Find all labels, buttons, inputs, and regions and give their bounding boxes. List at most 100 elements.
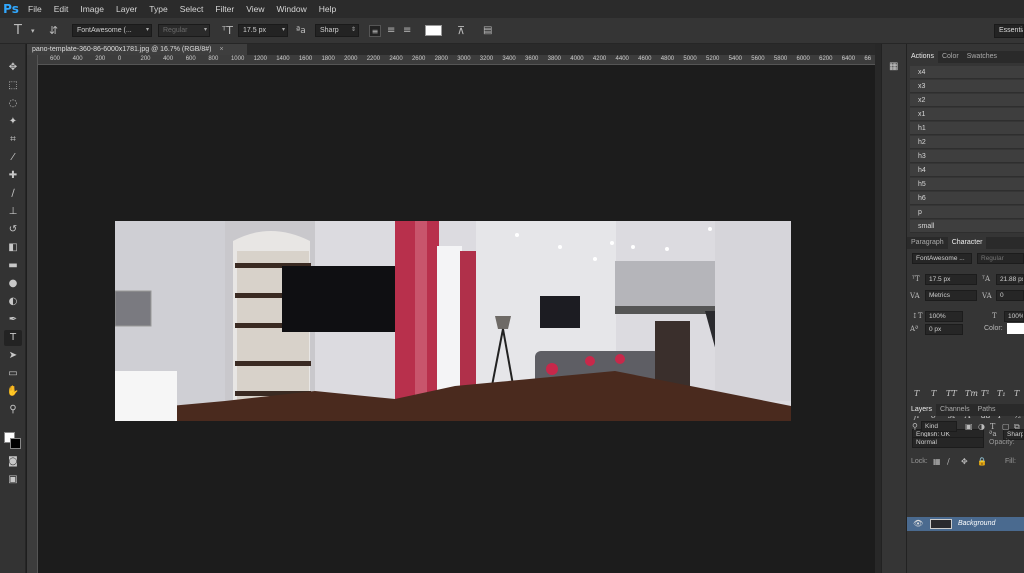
align-center-icon[interactable]: ≡ [387, 18, 395, 44]
char-baseline-field[interactable]: 0 px [925, 324, 963, 335]
lock-all-icon[interactable]: 🔒 [977, 457, 987, 466]
ruler-vertical[interactable] [27, 55, 38, 573]
gradient-tool-icon[interactable]: ▬ [4, 258, 22, 274]
clone-stamp-tool-icon[interactable]: ⊥ [4, 204, 22, 220]
char-font-select[interactable]: FontAwesome ... [912, 253, 972, 264]
align-left-icon[interactable]: ≡ [369, 25, 381, 37]
lock-position-icon[interactable]: ✥ [961, 457, 968, 466]
tab-character[interactable]: Character [947, 237, 987, 249]
tab-paragraph[interactable]: Paragraph [907, 237, 948, 249]
action-item[interactable]: small [910, 220, 1024, 233]
tab-color[interactable]: Color [938, 51, 963, 63]
eraser-tool-icon[interactable]: ◧ [4, 240, 22, 256]
action-item[interactable]: x4 [910, 66, 1024, 79]
menu-layer[interactable]: Layer [110, 0, 143, 18]
marquee-tool-icon[interactable]: ⬚ [4, 78, 22, 94]
warp-text-icon[interactable]: ⊼ [457, 18, 465, 44]
filter-pixel-icon[interactable]: ▣ [965, 422, 973, 431]
font-style-select[interactable]: Regular ▾ [158, 24, 210, 37]
menu-help[interactable]: Help [313, 0, 342, 18]
char-size-select[interactable]: 17.5 px [925, 274, 977, 285]
filter-smart-icon[interactable]: ⧉ [1014, 422, 1020, 432]
path-selection-tool-icon[interactable]: ➤ [4, 348, 22, 364]
action-item[interactable]: h3 [910, 150, 1024, 163]
document-tab[interactable]: pano-template-360-86-6000x1781.jpg @ 16.… [27, 44, 247, 55]
eyedropper-tool-icon[interactable]: ⁄ [4, 150, 22, 166]
tab-swatches[interactable]: Swatches [963, 51, 1001, 63]
char-style-select[interactable]: Regular [977, 253, 1024, 264]
layer-filter-select[interactable]: Kind [921, 421, 957, 432]
background-color-swatch[interactable] [10, 438, 21, 449]
menu-window[interactable]: Window [270, 0, 312, 18]
menu-filter[interactable]: Filter [209, 0, 240, 18]
faux-bold-icon[interactable]: T [914, 389, 919, 398]
char-kerning-select[interactable]: Metrics [925, 290, 977, 301]
blend-mode-select[interactable]: Normal [912, 437, 984, 448]
blur-tool-icon[interactable]: ● [4, 276, 22, 292]
lock-transparent-icon[interactable]: ▦ [933, 457, 941, 466]
action-item[interactable]: x2 [910, 94, 1024, 107]
rectangle-tool-icon[interactable]: ▭ [4, 366, 22, 382]
tab-actions[interactable]: Actions [907, 51, 938, 63]
crop-tool-icon[interactable]: ⌗ [4, 132, 22, 148]
small-caps-icon[interactable]: Tт [965, 389, 978, 398]
action-item[interactable]: h1 [910, 122, 1024, 135]
brush-tool-icon[interactable]: ∕ [4, 186, 22, 202]
align-right-icon[interactable]: ≡ [403, 18, 411, 44]
zoom-tool-icon[interactable]: ⚲ [4, 402, 22, 418]
tool-preset-arrow-icon[interactable]: ▾ [31, 18, 35, 44]
history-brush-tool-icon[interactable]: ↺ [4, 222, 22, 238]
pen-tool-icon[interactable]: ✒ [4, 312, 22, 328]
char-tracking-select[interactable]: 0 [996, 290, 1024, 301]
menu-file[interactable]: File [22, 0, 48, 18]
history-panel-icon[interactable]: ▦ [889, 61, 898, 72]
action-item[interactable]: h6 [910, 192, 1024, 205]
type-tool-icon[interactable]: T [4, 330, 22, 346]
action-item[interactable]: p [910, 206, 1024, 219]
char-vscale-field[interactable]: 100% [925, 311, 963, 322]
action-item[interactable]: x1 [910, 108, 1024, 121]
eye-icon[interactable]: 👁 [913, 519, 923, 528]
close-tab-icon[interactable]: × [219, 46, 223, 53]
antialias-select[interactable]: Sharp ⇕ [315, 24, 359, 37]
tab-layers[interactable]: Layers [907, 404, 937, 416]
character-panel-icon[interactable]: ▤ [483, 18, 492, 44]
move-tool-icon[interactable]: ✥ [4, 60, 22, 76]
menu-image[interactable]: Image [74, 0, 110, 18]
tab-channels[interactable]: Channels [936, 404, 974, 416]
char-leading-select[interactable]: 21.88 px [996, 274, 1024, 285]
healing-brush-tool-icon[interactable]: ✚ [4, 168, 22, 184]
hand-tool-icon[interactable]: ✋ [4, 384, 22, 400]
type-tool-icon[interactable]: T [14, 18, 22, 44]
menu-select[interactable]: Select [174, 0, 210, 18]
char-hscale-field[interactable]: 100% [1004, 311, 1024, 322]
tab-paths[interactable]: Paths [974, 404, 1000, 416]
menu-view[interactable]: View [240, 0, 270, 18]
filter-shape-icon[interactable]: ▢ [1002, 422, 1010, 431]
magic-wand-tool-icon[interactable]: ✦ [4, 114, 22, 130]
all-caps-icon[interactable]: TT [946, 389, 957, 398]
ruler-horizontal[interactable]: 600 400 200 0 200 400 600 800 1000 1200 1400 1600 18… [38, 55, 875, 65]
superscript-icon[interactable]: T¹ [981, 389, 990, 398]
font-family-select[interactable]: FontAwesome (... ▾ [72, 24, 152, 37]
filter-type-icon[interactable]: T [990, 422, 995, 431]
underline-icon[interactable]: T [1014, 389, 1019, 398]
workspace-select[interactable]: Essentials [994, 24, 1024, 38]
filter-adjust-icon[interactable]: ◑ [978, 422, 985, 431]
char-color-swatch[interactable] [1007, 323, 1024, 334]
lock-pixels-icon[interactable]: ∕ [947, 457, 950, 466]
font-size-select[interactable]: 17.5 px ▾ [238, 24, 288, 37]
dodge-tool-icon[interactable]: ◐ [4, 294, 22, 310]
action-item[interactable]: h4 [910, 164, 1024, 177]
layer-name[interactable]: Background [958, 520, 995, 527]
menu-type[interactable]: Type [143, 0, 173, 18]
menu-edit[interactable]: Edit [48, 0, 75, 18]
subscript-icon[interactable]: T₁ [997, 389, 1006, 398]
text-color-swatch[interactable] [425, 25, 442, 36]
quick-mask-icon[interactable]: ◙ [4, 454, 22, 470]
action-item[interactable]: x3 [910, 80, 1024, 93]
screen-mode-icon[interactable]: ▣ [4, 472, 22, 488]
action-item[interactable]: h2 [910, 136, 1024, 149]
text-orientation-icon[interactable]: ⇵ [49, 18, 58, 44]
layer-row[interactable]: 👁 Background [907, 517, 1024, 531]
